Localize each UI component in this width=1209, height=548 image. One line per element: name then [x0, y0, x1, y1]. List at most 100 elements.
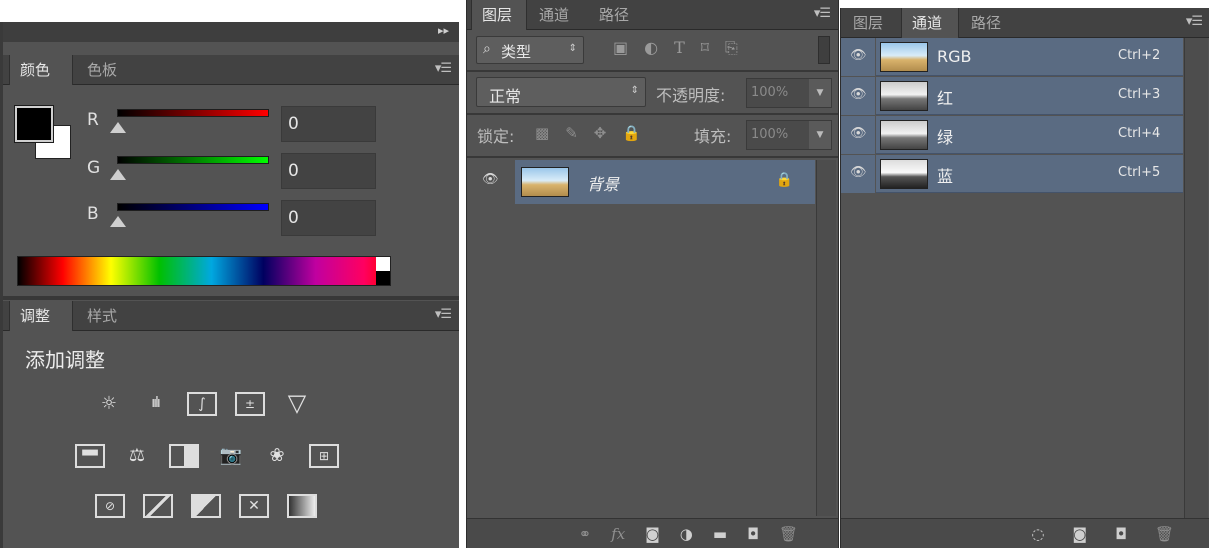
channel-row-green[interactable]: 👁 绿 Ctrl+4 — [841, 116, 1183, 154]
channel-row-body[interactable]: 蓝 Ctrl+5 — [876, 155, 1183, 193]
tab-channels[interactable]: 通道 — [529, 0, 587, 30]
blue-slider-track[interactable] — [117, 203, 269, 211]
green-value-input[interactable]: 0 — [281, 153, 376, 189]
hue-saturation-icon[interactable]: ▀▀ — [75, 444, 105, 468]
black-white-icon[interactable] — [169, 444, 199, 468]
tab-color[interactable]: 颜色 — [9, 55, 73, 85]
channels-tabbar: 图层 通道 路径 ▾☰ — [841, 8, 1209, 38]
vibrance-icon[interactable]: ▽ — [283, 389, 311, 417]
color-lookup-icon[interactable]: ⊞ — [309, 444, 339, 468]
channel-mixer-icon[interactable]: ❀ — [263, 444, 291, 466]
tab-paths[interactable]: 路径 — [589, 0, 647, 30]
lock-position-icon[interactable]: ✥ — [594, 124, 607, 146]
gradient-map-icon[interactable] — [287, 494, 317, 518]
layer-thumbnail — [521, 167, 569, 197]
layer-visibility-cell[interactable]: 👁 — [467, 160, 515, 204]
layer-filter-select[interactable]: ⌕ 类型 ⇕ — [476, 36, 584, 64]
new-channel-icon[interactable]: ◘ — [1115, 525, 1127, 543]
channel-row-body[interactable]: 绿 Ctrl+4 — [876, 116, 1183, 154]
layer-row-background[interactable]: 背景 🔒 — [515, 160, 815, 204]
collapse-arrows-icon[interactable]: ▸▸ — [438, 24, 449, 37]
panel-menu-icon[interactable]: ▾☰ — [1186, 14, 1203, 29]
eye-icon[interactable]: 👁 — [850, 87, 867, 102]
channels-scrollbar[interactable] — [1184, 38, 1208, 518]
green-slider-thumb[interactable] — [110, 169, 126, 180]
tab-swatches[interactable]: 色板 — [77, 55, 141, 85]
layers-tabbar: 图层 通道 路径 ▾☰ — [467, 0, 838, 30]
link-layers-icon[interactable]: ⚭ — [579, 525, 592, 543]
exposure-icon[interactable]: ± — [235, 392, 265, 416]
visibility-cell[interactable]: 👁 — [841, 77, 875, 115]
delete-icon[interactable]: 🗑 — [779, 525, 798, 543]
new-group-icon[interactable]: ▬ — [713, 525, 727, 543]
pixel-filter-icon[interactable]: ▣ — [613, 38, 628, 62]
visibility-cell[interactable]: 👁 — [841, 116, 875, 154]
visibility-cell[interactable]: 👁 — [841, 38, 875, 76]
channel-row-blue[interactable]: 👁 蓝 Ctrl+5 — [841, 155, 1183, 193]
invert-icon[interactable]: ⊘ — [95, 494, 125, 518]
tab-styles[interactable]: 样式 — [77, 301, 141, 331]
panel-menu-icon[interactable]: ▾☰ — [814, 6, 831, 21]
layer-lock-icon[interactable]: 🔒 — [776, 172, 793, 188]
tab-adjustments[interactable]: 调整 — [9, 301, 73, 331]
smartobject-filter-icon[interactable]: ⎘ — [725, 38, 738, 62]
channel-row-body[interactable]: 红 Ctrl+3 — [876, 77, 1183, 115]
tab-channels[interactable]: 通道 — [901, 8, 959, 38]
color-balance-icon[interactable]: ⚖ — [123, 444, 151, 466]
delete-icon[interactable]: 🗑 — [1155, 525, 1174, 543]
eye-icon[interactable]: 👁 — [482, 172, 499, 187]
channel-row-red[interactable]: 👁 红 Ctrl+3 — [841, 77, 1183, 115]
panel-menu-icon[interactable]: ▾☰ — [435, 61, 452, 76]
shape-filter-icon[interactable]: ⌑ — [701, 38, 709, 62]
eye-icon[interactable]: 👁 — [850, 48, 867, 63]
curves-icon[interactable]: ∫ — [187, 392, 217, 416]
eye-icon[interactable]: 👁 — [850, 126, 867, 141]
color-spectrum-bar[interactable] — [17, 256, 391, 286]
fill-input[interactable]: 100% ▼ — [746, 120, 832, 150]
new-adjustment-icon[interactable]: ◑ — [680, 525, 693, 543]
fx-icon[interactable]: fx — [611, 525, 625, 543]
visibility-cell[interactable]: 👁 — [841, 155, 875, 193]
lock-icons: ▩ ✎ ✥ 🔒 — [535, 124, 665, 146]
load-selection-icon[interactable]: ◌ — [1031, 525, 1044, 543]
channel-row-body[interactable]: RGB Ctrl+2 — [876, 38, 1183, 76]
panel-menu-icon[interactable]: ▾☰ — [435, 307, 452, 322]
lock-image-icon[interactable]: ✎ — [565, 124, 578, 146]
foreground-color-swatch[interactable] — [14, 105, 54, 143]
dropdown-arrow-icon[interactable]: ▼ — [809, 121, 831, 149]
type-filter-icon[interactable]: T — [674, 38, 685, 62]
opacity-input[interactable]: 100% ▼ — [746, 78, 832, 108]
save-selection-icon[interactable]: ◙ — [1073, 525, 1088, 543]
channel-row-rgb[interactable]: 👁 RGB Ctrl+2 — [841, 38, 1183, 76]
levels-icon[interactable]: ıılı — [141, 392, 169, 414]
red-value-input[interactable]: 0 — [281, 106, 376, 142]
add-mask-icon[interactable]: ◙ — [645, 525, 660, 543]
posterize-icon[interactable] — [143, 494, 173, 518]
red-slider-thumb[interactable] — [110, 122, 126, 133]
filter-label: 类型 — [501, 43, 532, 61]
green-slider-track[interactable] — [117, 156, 269, 164]
spectrum-black-chip[interactable] — [376, 271, 390, 285]
tab-layers[interactable]: 图层 — [843, 8, 899, 38]
blue-slider-thumb[interactable] — [110, 216, 126, 227]
adjust-row-1: ☼ ıılı ∫ ± ▽ — [95, 389, 325, 420]
blue-value-input[interactable]: 0 — [281, 200, 376, 236]
blend-mode-select[interactable]: 正常 ⇕ — [476, 77, 646, 107]
brightness-icon[interactable]: ☼ — [95, 392, 123, 414]
tab-paths[interactable]: 路径 — [961, 8, 1019, 38]
threshold-icon[interactable] — [191, 494, 221, 518]
spectrum-white-chip[interactable] — [376, 257, 390, 271]
red-slider-track[interactable] — [117, 109, 269, 117]
eye-icon[interactable]: 👁 — [850, 165, 867, 180]
filter-toggle-switch[interactable] — [818, 36, 830, 64]
lock-transparent-icon[interactable]: ▩ — [535, 124, 549, 146]
adjustment-filter-icon[interactable]: ◐ — [644, 38, 658, 62]
row-divider — [467, 70, 838, 72]
dropdown-arrow-icon[interactable]: ▼ — [809, 79, 831, 107]
tab-layers[interactable]: 图层 — [471, 0, 527, 30]
new-layer-icon[interactable]: ◘ — [747, 525, 759, 543]
lock-all-icon[interactable]: 🔒 — [622, 124, 641, 146]
layers-scrollbar[interactable] — [816, 160, 836, 516]
photo-filter-icon[interactable]: 📷 — [217, 444, 245, 466]
selective-color-icon[interactable]: ✕ — [239, 494, 269, 518]
